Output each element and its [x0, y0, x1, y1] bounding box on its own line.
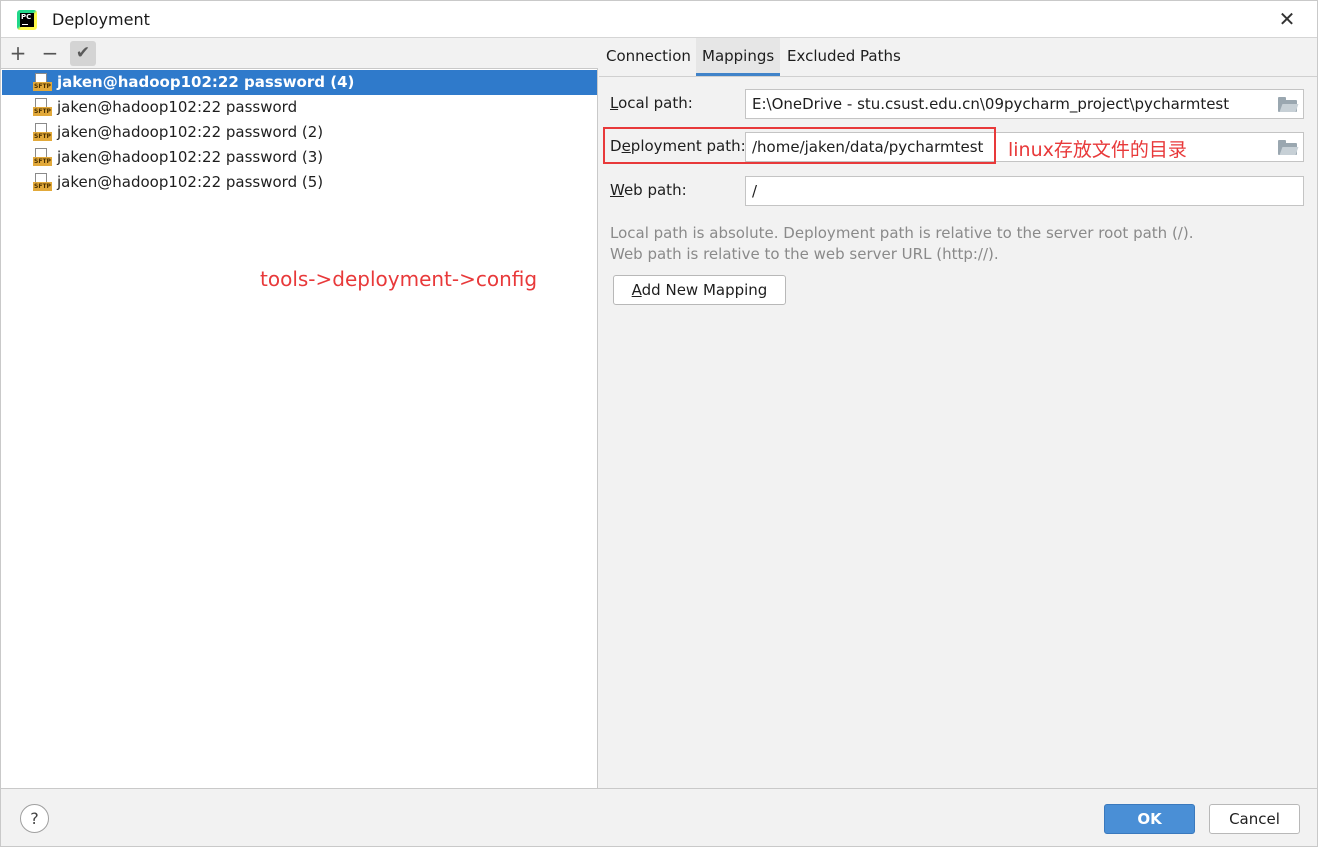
server-list: SFTP jaken@hadoop102:22 password (4) SFT… [1, 69, 598, 788]
add-new-mapping-button[interactable]: Add New Mapping [613, 275, 786, 305]
server-name: jaken@hadoop102:22 password (5) [57, 173, 324, 191]
sftp-server-icon: SFTP [33, 73, 53, 92]
hint-text-line-1: Local path is absolute. Deployment path … [610, 224, 1194, 242]
add-server-button[interactable]: + [5, 41, 31, 66]
server-name: jaken@hadoop102:22 password (2) [57, 123, 324, 141]
local-path-field[interactable]: E:\OneDrive - stu.csust.edu.cn\09pycharm… [745, 89, 1304, 119]
annotation-highlight-box [603, 127, 996, 164]
web-path-label: Web path: [610, 181, 687, 199]
server-item[interactable]: SFTP jaken@hadoop102:22 password (2) [2, 120, 597, 145]
web-path-field[interactable]: / [745, 176, 1304, 206]
deployment-dialog: PC Deployment ✕ + − ✔ SFTP jaken@hadoop1… [0, 0, 1318, 847]
server-item[interactable]: SFTP jaken@hadoop102:22 password [2, 95, 597, 120]
server-item[interactable]: SFTP jaken@hadoop102:22 password (3) [2, 145, 597, 170]
pycharm-icon: PC [17, 10, 37, 30]
tab-excluded-paths[interactable]: Excluded Paths [787, 47, 901, 65]
server-item[interactable]: SFTP jaken@hadoop102:22 password (4) [2, 70, 597, 95]
app-icon-text: PC [21, 13, 32, 21]
title-bar: PC Deployment ✕ [1, 1, 1317, 38]
local-path-label: Local path: [610, 94, 693, 112]
hint-text-line-2: Web path is relative to the web server U… [610, 245, 999, 263]
browse-folder-icon[interactable] [1278, 140, 1299, 155]
tab-connection[interactable]: Connection [606, 47, 691, 65]
server-list-toolbar: + − ✔ [1, 38, 598, 69]
close-icon[interactable]: ✕ [1277, 9, 1297, 29]
set-default-button[interactable]: ✔ [70, 41, 96, 66]
server-name: jaken@hadoop102:22 password (3) [57, 148, 324, 166]
sftp-server-icon: SFTP [33, 148, 53, 167]
browse-folder-icon[interactable] [1278, 97, 1299, 112]
annotation-linux-dir: linux存放文件的目录 [1008, 139, 1187, 161]
active-tab-indicator [696, 73, 780, 76]
sftp-server-icon: SFTP [33, 98, 53, 117]
sftp-server-icon: SFTP [33, 173, 53, 192]
ok-button[interactable]: OK [1104, 804, 1195, 834]
server-item[interactable]: SFTP jaken@hadoop102:22 password (5) [2, 170, 597, 195]
remove-server-button[interactable]: − [37, 41, 63, 66]
server-name: jaken@hadoop102:22 password (4) [57, 73, 355, 91]
cancel-button[interactable]: Cancel [1209, 804, 1300, 834]
annotation-menu-path: tools->deployment->config [260, 267, 538, 291]
window-title: Deployment [52, 10, 150, 29]
tab-mappings[interactable]: Mappings [702, 47, 774, 65]
server-name: jaken@hadoop102:22 password [57, 98, 298, 116]
help-button[interactable]: ? [20, 804, 49, 833]
sftp-server-icon: SFTP [33, 123, 53, 142]
dialog-footer: ? OK Cancel [1, 788, 1317, 846]
